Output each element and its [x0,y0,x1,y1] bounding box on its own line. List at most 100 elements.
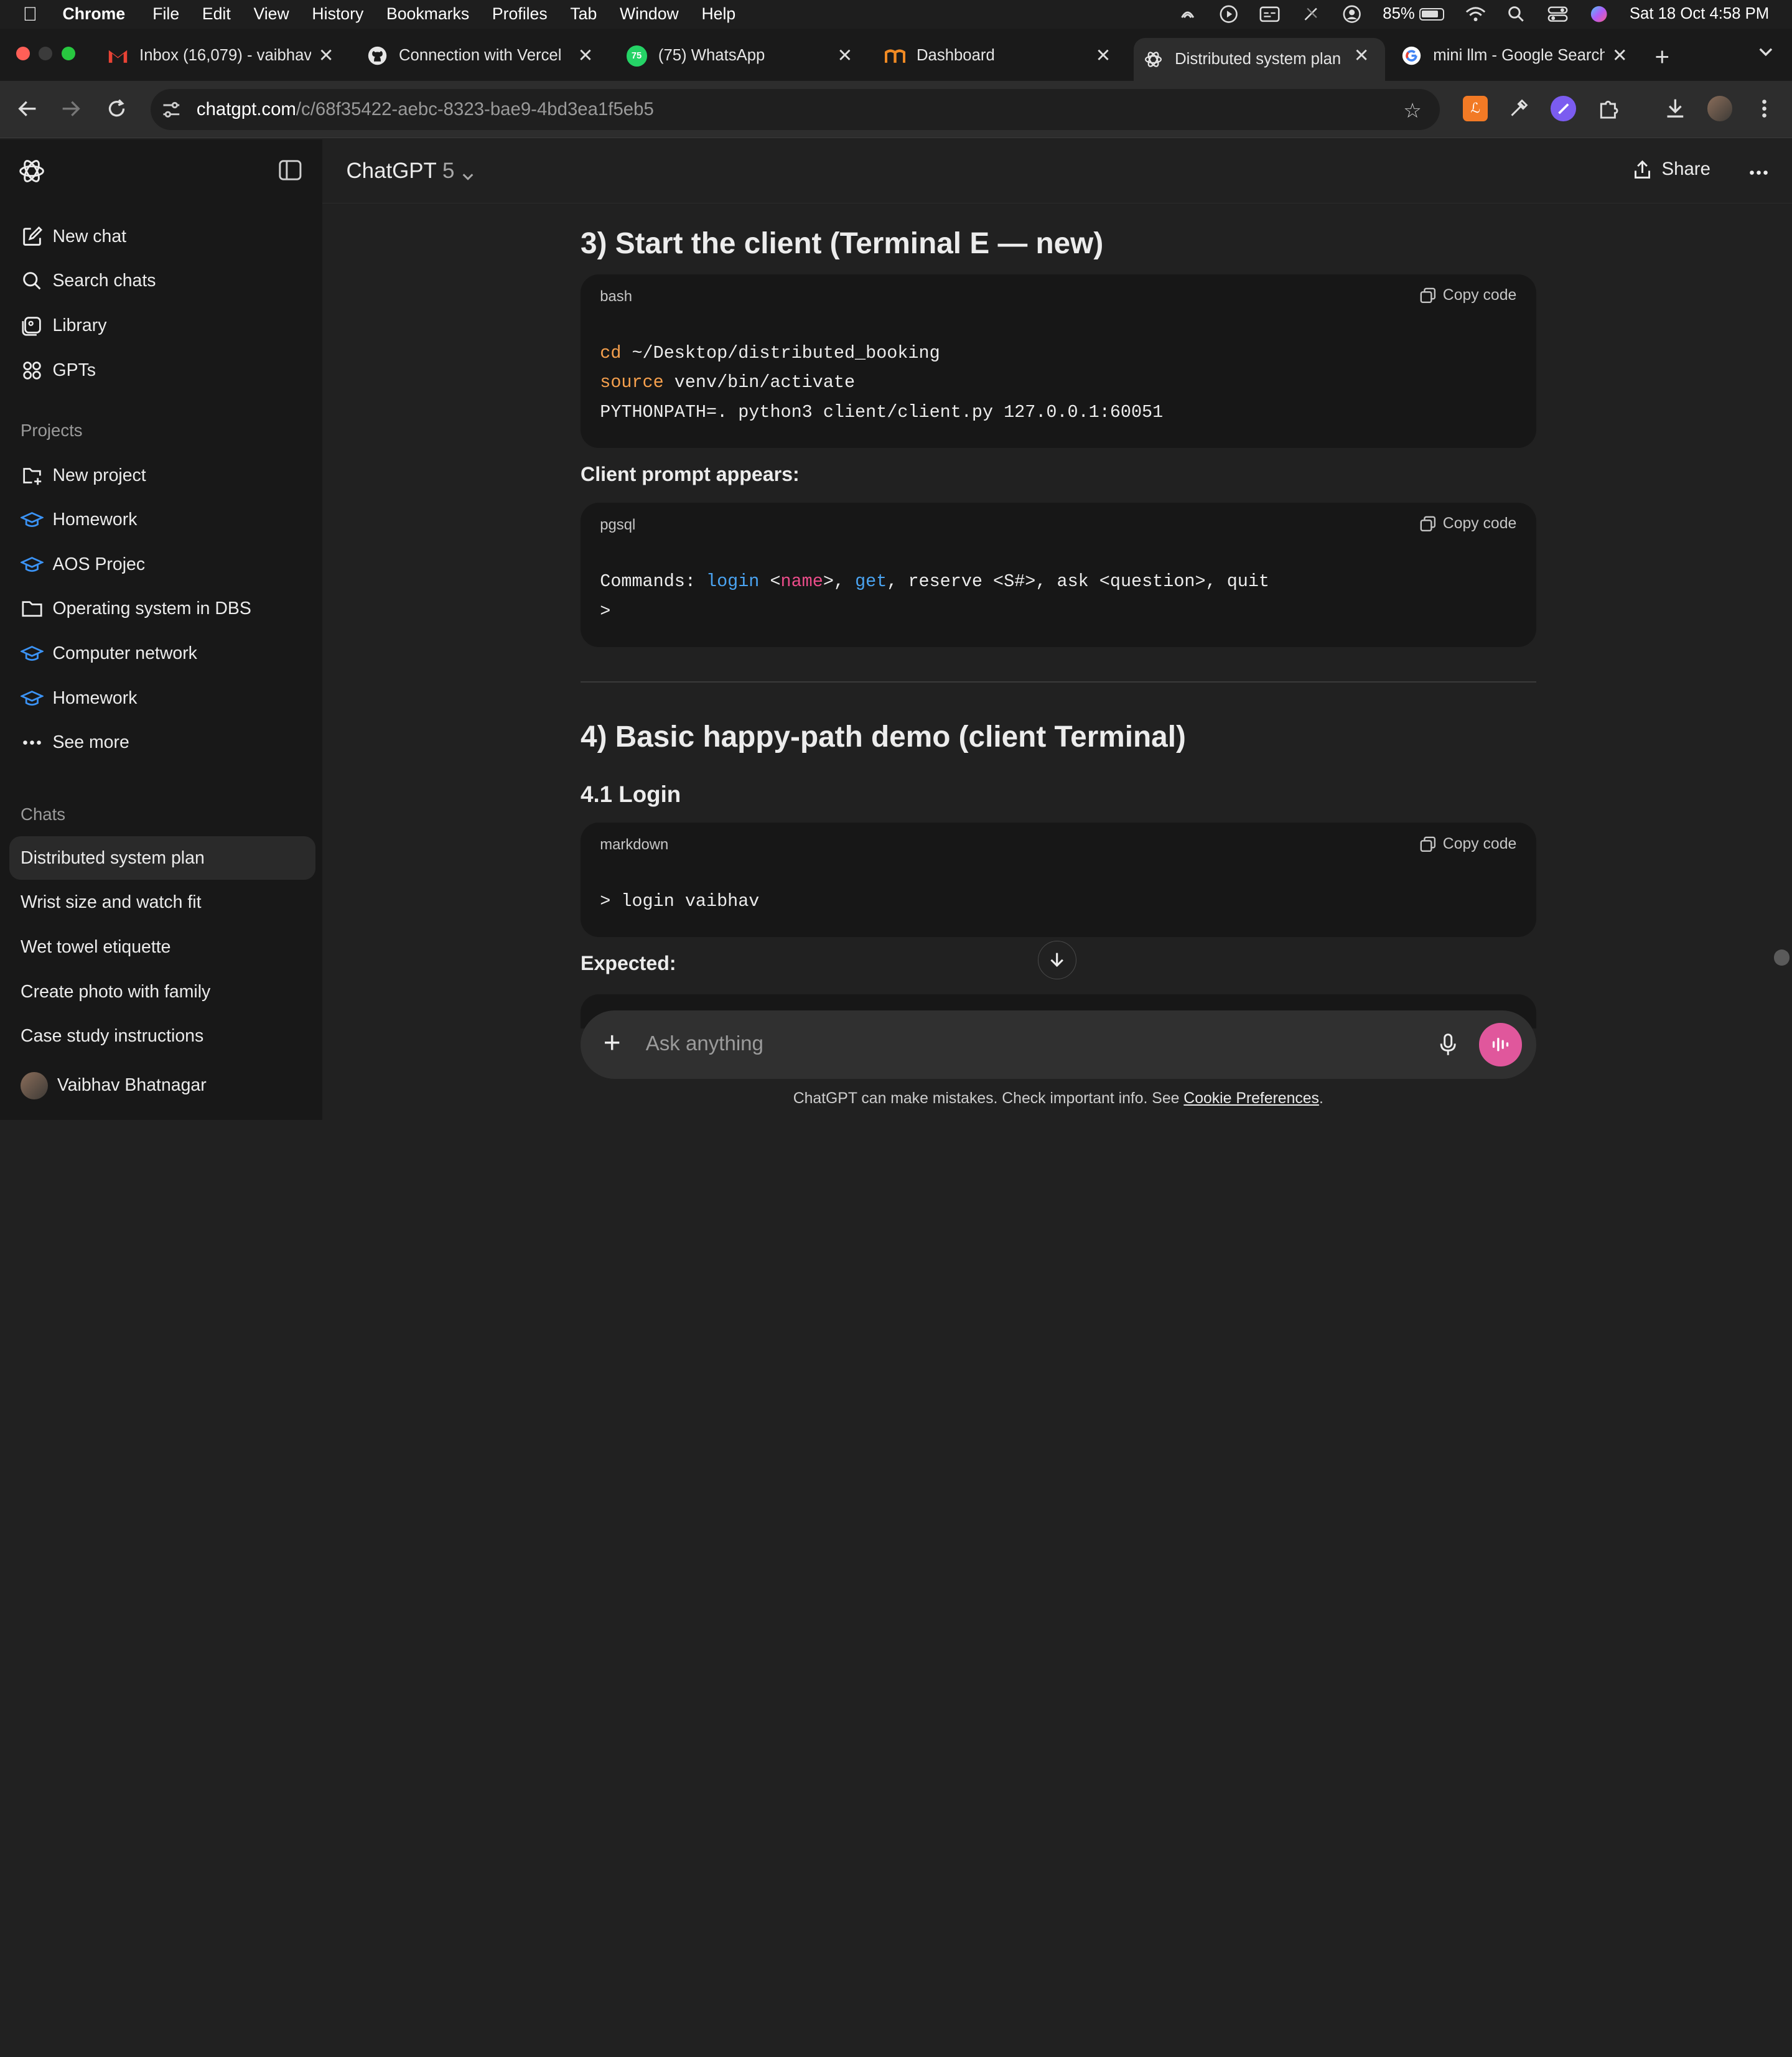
menu-bookmarks[interactable]: Bookmarks [386,4,469,24]
chat-item-active[interactable]: Distributed system plan [9,836,315,880]
menu-profiles[interactable]: Profiles [492,4,548,24]
control-center-icon[interactable] [1547,4,1568,24]
sidebar-item-aos-projec[interactable]: AOS Projec [9,543,315,586]
model-selector[interactable]: ChatGPT 5 [347,159,475,184]
tab-dashboard[interactable]: Dashboard ✕ [875,38,1127,75]
copy-code-button[interactable]: Copy code [1420,515,1516,533]
close-window-button[interactable] [16,47,30,61]
user-profile[interactable]: Vaibhav Bhatnagar [21,1071,207,1099]
chat-item[interactable]: Wrist size and watch fit [9,881,315,925]
user-circle-icon[interactable] [1342,4,1362,24]
chat-item[interactable]: Wet towel etiquette [9,926,315,969]
chat-header: ChatGPT 5 Share [322,139,1792,203]
scrollbar-thumb[interactable] [1773,949,1790,966]
address-bar[interactable]: chatgpt.com/c/68f35422-aebc-8323-bae9-4b… [151,89,1440,131]
close-tab-icon[interactable]: ✕ [838,45,853,67]
sidebar-item-new-chat[interactable]: New chat [9,215,315,258]
download-icon[interactable] [1663,96,1687,121]
extension-orange-icon[interactable]: ℒ [1462,96,1488,121]
menu-view[interactable]: View [253,4,289,24]
chat-item[interactable]: Case study instructions [9,1015,315,1058]
section-3-heading: 3) Start the client (Terminal E — new) [581,226,1104,260]
menu-file[interactable]: File [152,4,179,24]
close-tab-icon[interactable]: ✕ [578,45,594,67]
voice-mode-button[interactable] [1478,1022,1523,1066]
siri-icon[interactable] [1589,4,1609,24]
more-options-icon[interactable] [1748,156,1769,182]
cookie-preferences-link[interactable]: Cookie Preferences [1183,1090,1319,1107]
caption-icon[interactable] [1259,4,1280,24]
clock[interactable]: Sat 18 Oct 4:58 PM [1630,5,1769,23]
menu-history[interactable]: History [312,4,363,24]
forward-icon[interactable] [57,95,85,122]
zoom-window-button[interactable] [62,47,76,61]
close-tab-icon[interactable]: ✕ [1354,45,1370,67]
battery-status[interactable]: 85% [1383,5,1445,23]
spotlight-search-icon[interactable] [1506,4,1527,24]
play-icon[interactable] [1218,4,1239,24]
code-block-markdown: markdown Copy code > login vaibhav [581,823,1536,938]
graduation-cap-icon [21,642,44,665]
microphone-icon[interactable] [1435,1032,1460,1057]
sidebar: New chat Search chats Library GPTs Proje… [0,139,322,1120]
graduation-cap-icon [21,508,44,531]
close-tab-icon[interactable]: ✕ [1612,45,1628,67]
sidebar-item-homework[interactable]: Homework [9,498,315,542]
sidebar-item-label: GPTs [52,360,96,380]
copy-code-button[interactable]: Copy code [1420,836,1516,853]
sidebar-item-library[interactable]: Library [9,304,315,348]
tab-gmail[interactable]: Inbox (16,079) - vaibhav ✕ [98,38,350,75]
browser-toolbar: chatgpt.com/c/68f35422-aebc-8323-bae9-4b… [0,81,1792,139]
sidebar-item-operating-system[interactable]: Operating system in DBS [9,587,315,631]
menu-help[interactable]: Help [701,4,735,24]
sidebar-item-computer-network[interactable]: Computer network [9,632,315,676]
scroll-to-bottom-button[interactable] [1037,940,1077,980]
apple-icon[interactable]:  [23,3,37,26]
sidebar-item-search-chats[interactable]: Search chats [9,259,315,303]
tab-search-chevron-icon[interactable] [1758,45,1774,63]
code-language: markdown [600,836,669,854]
model-version: 5 [442,159,455,184]
add-attachment-button[interactable]: + [604,1028,621,1058]
prompt-input[interactable]: Ask anything [646,1032,763,1056]
pen-slash-icon[interactable] [1300,4,1321,24]
chat-item[interactable]: Create photo with family [9,970,315,1014]
extensions-puzzle-icon[interactable] [1595,96,1620,121]
share-button[interactable]: Share [1632,159,1710,180]
sidebar-toggle-icon[interactable] [279,160,304,183]
menu-edit[interactable]: Edit [202,4,231,24]
sidebar-item-homework-2[interactable]: Homework [9,676,315,720]
site-info-icon[interactable] [160,98,183,121]
menu-window[interactable]: Window [620,4,679,24]
menu-chrome[interactable]: Chrome [63,4,126,24]
copy-code-label: Copy code [1442,835,1517,852]
back-icon[interactable] [14,95,41,122]
eyedropper-icon[interactable] [1506,96,1531,121]
new-tab-button[interactable]: + [1655,42,1670,72]
chrome-menu-icon[interactable] [1752,96,1777,121]
menu-tab[interactable]: Tab [570,4,597,24]
chatgpt-logo-icon[interactable] [18,157,45,185]
close-tab-icon[interactable]: ✕ [1096,45,1111,67]
client-prompt-label: Client prompt appears: [581,462,800,485]
bookmark-star-icon[interactable]: ☆ [1403,98,1422,123]
minimize-window-button[interactable] [39,47,53,61]
close-tab-icon[interactable]: ✕ [319,45,334,67]
wifi-icon[interactable] [1465,4,1486,24]
reload-icon[interactable] [103,95,130,122]
sidebar-item-label: Library [52,315,107,335]
copy-code-label: Copy code [1442,287,1517,304]
tab-distributed-system-plan[interactable]: Distributed system plan ✕ [1134,37,1386,82]
tab-google-search[interactable]: mini llm - Google Search ✕ [1392,38,1643,75]
sidebar-item-see-more[interactable]: See more [9,721,315,765]
creative-cloud-icon[interactable] [1177,4,1198,24]
code-content: Commands: login <name>, get, reserve <S#… [600,571,1270,622]
copy-code-button[interactable]: Copy code [1420,287,1516,304]
sidebar-item-gpts[interactable]: GPTs [9,348,315,392]
profile-avatar[interactable] [1707,96,1733,121]
extension-compass-icon[interactable] [1551,96,1576,121]
sidebar-item-new-project[interactable]: New project [9,454,315,497]
tab-whatsapp[interactable]: 75 (75) WhatsApp ✕ [617,38,869,75]
tab-strip: Inbox (16,079) - vaibhav ✕ Connection wi… [0,28,1792,82]
tab-github[interactable]: Connection with Vercel ✕ [358,38,609,75]
